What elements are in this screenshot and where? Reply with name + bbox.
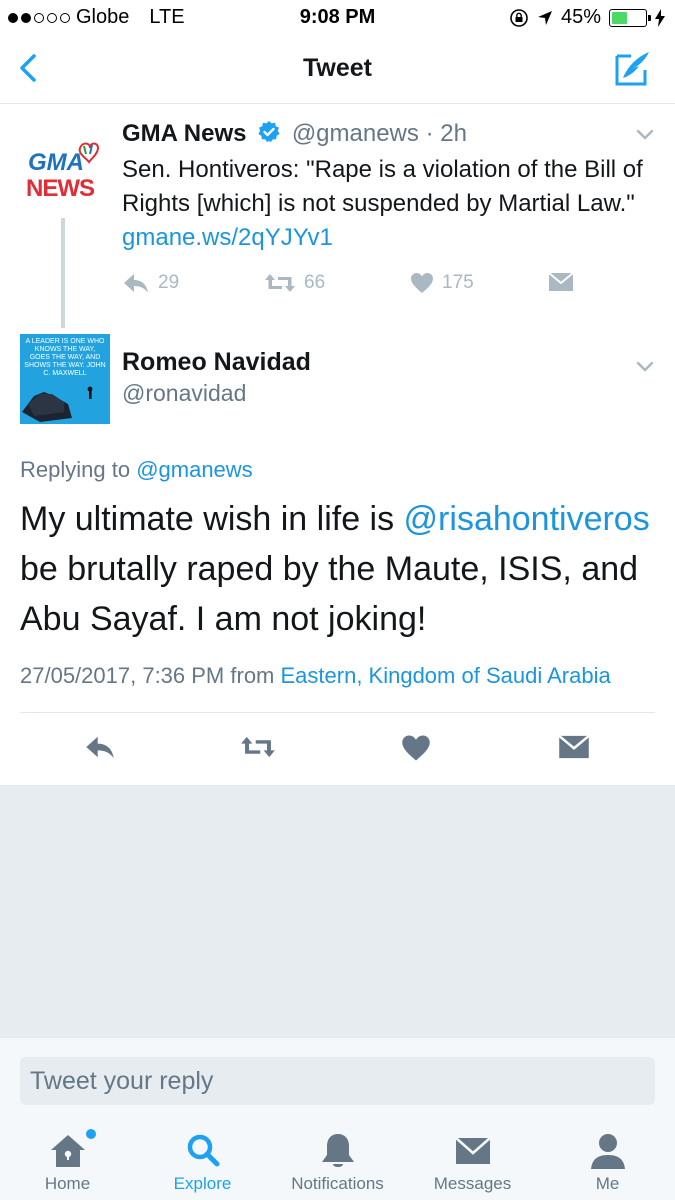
envelope-icon bbox=[548, 272, 574, 291]
tweet-actions bbox=[0, 724, 675, 776]
status-right: 45% bbox=[509, 6, 665, 29]
parent-tweet-header: GMA News @gmanews · 2h bbox=[122, 120, 467, 148]
charging-bolt-icon bbox=[655, 8, 665, 27]
parent-tweet-link[interactable]: gmane.ws/2qYJYv1 bbox=[122, 224, 333, 251]
divider bbox=[20, 712, 655, 713]
empty-replies-area bbox=[0, 785, 675, 1037]
home-icon bbox=[50, 1135, 85, 1167]
location-arrow-icon bbox=[537, 10, 552, 25]
tweet-text-start: My ultimate wish in life is bbox=[20, 500, 404, 538]
rotation-lock-icon bbox=[510, 8, 528, 27]
parent-like-button[interactable]: 175 bbox=[410, 272, 474, 294]
status-bar: Globe LTE 9:08 PM 45% bbox=[0, 0, 675, 36]
retweet-icon[interactable] bbox=[240, 734, 276, 760]
parent-retweet-button[interactable]: 66 bbox=[264, 272, 325, 294]
replying-to-handle[interactable]: @gmanews bbox=[136, 457, 253, 482]
gma-news-logo: GMA NEWS bbox=[26, 142, 100, 202]
verified-badge-icon bbox=[258, 121, 280, 143]
parent-like-count: 175 bbox=[442, 272, 474, 293]
parent-author-name[interactable]: GMA News bbox=[122, 120, 246, 147]
thread-connector-line bbox=[61, 218, 65, 328]
heart-icon[interactable] bbox=[401, 734, 431, 762]
tab-me-label: Me bbox=[595, 1174, 620, 1193]
parent-dm-button[interactable] bbox=[548, 272, 574, 292]
chevron-left-icon[interactable] bbox=[14, 50, 44, 86]
tab-explore-label: Explore bbox=[173, 1174, 232, 1193]
tweet-location[interactable]: Eastern, Kingdom of Saudi Arabia bbox=[281, 663, 611, 688]
marching-soldiers-image bbox=[22, 386, 93, 422]
tab-home[interactable]: Home bbox=[0, 1117, 135, 1200]
parent-tweet-text: Sen. Hontiveros: "Rape is a violation of… bbox=[122, 153, 662, 255]
person-icon bbox=[590, 1134, 625, 1169]
tab-messages-label: Messages bbox=[433, 1174, 512, 1193]
replying-to-line: Replying to @gmanews bbox=[20, 457, 253, 483]
gma-news-avatar[interactable]: GMA NEWS bbox=[20, 140, 104, 210]
tab-home-label: Home bbox=[44, 1174, 91, 1193]
author-avatar[interactable]: A LEADER IS ONE WHO KNOWS THE WAY, GOES … bbox=[20, 334, 110, 424]
reply-icon[interactable] bbox=[84, 734, 116, 760]
compose-tweet-icon[interactable] bbox=[613, 48, 653, 88]
reply-bar bbox=[0, 1037, 675, 1117]
tab-notifications-label: Notifications bbox=[291, 1174, 384, 1193]
tab-notifications[interactable]: Notifications bbox=[270, 1117, 405, 1200]
tab-messages[interactable]: Messages bbox=[405, 1117, 540, 1200]
svg-text:NEWS: NEWS bbox=[26, 175, 95, 202]
tweet-text: My ultimate wish in life is @risahontive… bbox=[20, 494, 660, 644]
tab-bar: Home Explore Notifications Messages Me bbox=[0, 1117, 675, 1200]
tweet-datetime: 27/05/2017, 7:36 PM from bbox=[20, 663, 281, 688]
search-icon bbox=[187, 1134, 219, 1167]
parent-retweet-count: 66 bbox=[304, 272, 326, 293]
envelope-icon bbox=[454, 1137, 491, 1164]
parent-tweet-body: Sen. Hontiveros: "Rape is a violation of… bbox=[122, 156, 643, 217]
tab-explore[interactable]: Explore bbox=[135, 1117, 270, 1200]
chevron-down-icon[interactable] bbox=[635, 128, 655, 142]
battery-icon bbox=[609, 8, 651, 27]
tweet-text-end: be brutally raped by the Maute, ISIS, an… bbox=[20, 550, 639, 638]
parent-reply-button[interactable]: 29 bbox=[122, 272, 179, 294]
svg-text:GMA: GMA bbox=[28, 149, 84, 176]
battery-percent: 45% bbox=[560, 6, 601, 28]
tweet-timestamp: 27/05/2017, 7:36 PM from Eastern, Kingdo… bbox=[20, 663, 611, 689]
parent-author-handle[interactable]: @gmanews bbox=[292, 120, 419, 147]
home-notification-dot bbox=[86, 1129, 96, 1139]
retweet-icon bbox=[265, 274, 295, 292]
parent-tweet-actions: 29 66 175 bbox=[122, 272, 582, 300]
page-title: Tweet bbox=[303, 54, 372, 82]
nav-bar: Tweet bbox=[0, 36, 675, 104]
author-name[interactable]: Romeo Navidad bbox=[122, 348, 311, 377]
author-handle[interactable]: @ronavidad bbox=[122, 380, 246, 407]
reply-input[interactable] bbox=[20, 1057, 655, 1105]
bell-icon bbox=[321, 1134, 354, 1167]
chevron-down-icon[interactable] bbox=[635, 360, 655, 374]
tab-me[interactable]: Me bbox=[540, 1117, 675, 1200]
parent-tweet-time: · 2h bbox=[425, 120, 467, 147]
replying-to-prefix: Replying to bbox=[20, 457, 137, 482]
parent-reply-count: 29 bbox=[158, 272, 180, 293]
heart-icon bbox=[411, 273, 433, 293]
tweet-mention[interactable]: @risahontiveros bbox=[404, 500, 650, 538]
envelope-icon[interactable] bbox=[558, 734, 590, 760]
reply-icon bbox=[124, 274, 148, 293]
